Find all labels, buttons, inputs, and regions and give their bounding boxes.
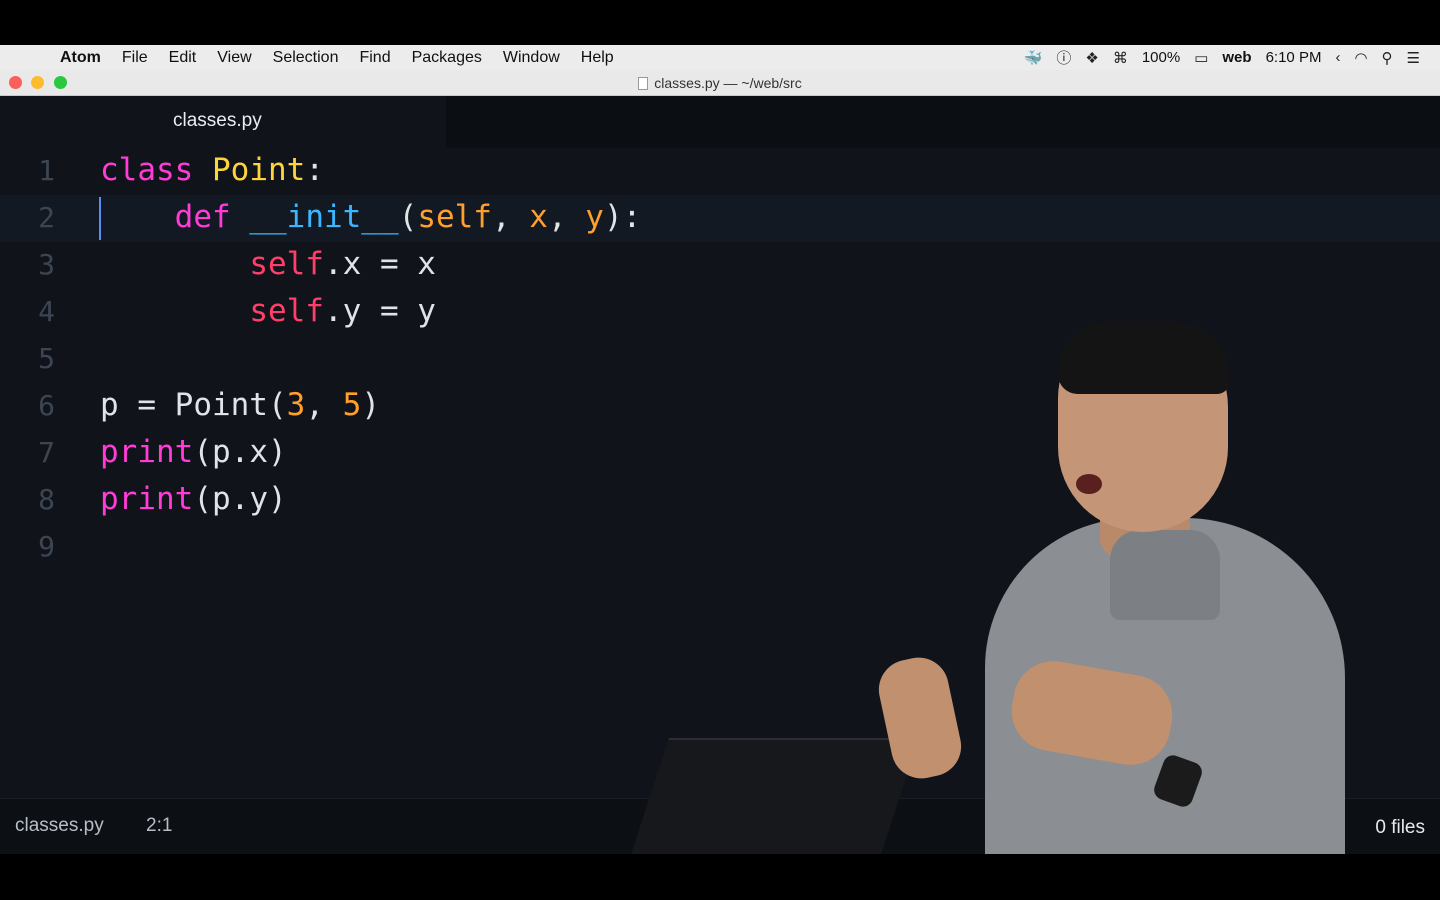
status-cursor-position[interactable]: 2:1	[146, 815, 172, 837]
line-number: 1	[38, 154, 55, 187]
code-text: self.x = x	[249, 246, 436, 282]
dropbox-icon[interactable]: ❖	[1085, 49, 1098, 67]
line-number: 3	[38, 248, 55, 281]
battery-charging-icon[interactable]: ▭	[1194, 49, 1208, 67]
code-text: p = Point(3, 5)	[100, 387, 380, 423]
menu-window[interactable]: Window	[503, 49, 560, 67]
presenter-mouth	[1076, 474, 1102, 494]
line-number: 6	[38, 389, 55, 422]
window-title-bar: classes.py — ~/web/src	[0, 70, 1440, 96]
presenter-video-overlay	[631, 318, 1400, 854]
macos-menu-bar: Atom File Edit View Selection Find Packa…	[0, 45, 1440, 70]
command-key-icon[interactable]: ⌘	[1113, 49, 1128, 67]
code-text: print(p.y)	[100, 481, 287, 517]
code-line-current[interactable]: 2 def __init__(self, x, y):	[0, 195, 1440, 242]
menu-bar-status-area: 🐳 ⓘ ❖ ⌘ 100% ▭ web 6:10 PM ‹ ◠ ⚲ ☰	[1024, 45, 1420, 70]
tab-classes-py[interactable]: classes.py	[0, 96, 446, 148]
menu-find[interactable]: Find	[359, 49, 390, 67]
battery-percentage: 100%	[1141, 49, 1181, 66]
spotlight-search-icon[interactable]: ⚲	[1382, 49, 1393, 67]
window-title: classes.py — ~/web/src	[0, 75, 1440, 91]
menu-edit[interactable]: Edit	[169, 49, 197, 67]
window-title-text: classes.py — ~/web/src	[654, 75, 802, 91]
code-line[interactable]: 3 self.x = x	[0, 242, 1440, 289]
line-number: 2	[38, 201, 55, 234]
menu-packages[interactable]: Packages	[412, 49, 482, 67]
tab-bar: classes.py	[0, 96, 1440, 148]
notification-center-icon[interactable]: ☰	[1407, 49, 1420, 67]
code-text: self.y = y	[249, 293, 436, 329]
video-letterbox-top	[0, 0, 1440, 45]
menu-view[interactable]: View	[217, 49, 251, 67]
laptop	[631, 738, 919, 854]
onepassword-icon[interactable]: ⓘ	[1056, 47, 1071, 68]
code-text: class Point:	[100, 152, 324, 188]
code-text: print(p.x)	[100, 434, 287, 470]
presenter-hair	[1058, 322, 1230, 394]
code-line[interactable]: 1 class Point:	[0, 148, 1440, 195]
line-number: 9	[38, 530, 55, 563]
line-number: 5	[38, 342, 55, 375]
arrow-left-icon[interactable]: ‹	[1335, 49, 1340, 66]
menu-help[interactable]: Help	[581, 49, 614, 67]
line-number: 7	[38, 436, 55, 469]
docker-icon[interactable]: 🐳	[1024, 49, 1043, 67]
document-proxy-icon[interactable]	[638, 77, 649, 90]
tab-label: classes.py	[173, 110, 262, 131]
status-file-name[interactable]: classes.py	[15, 815, 104, 837]
user-name[interactable]: web	[1222, 49, 1251, 66]
video-letterbox-bottom	[0, 854, 1440, 900]
clock[interactable]: 6:10 PM	[1266, 49, 1322, 66]
menu-app-atom[interactable]: Atom	[60, 49, 101, 67]
menu-file[interactable]: File	[122, 49, 148, 67]
line-number: 8	[38, 483, 55, 516]
presenter-collar	[1110, 530, 1220, 620]
code-text: def __init__(self, x, y):	[174, 199, 642, 235]
menu-selection[interactable]: Selection	[273, 49, 339, 67]
wifi-icon[interactable]: ◠	[1354, 49, 1367, 67]
line-number: 4	[38, 295, 55, 328]
